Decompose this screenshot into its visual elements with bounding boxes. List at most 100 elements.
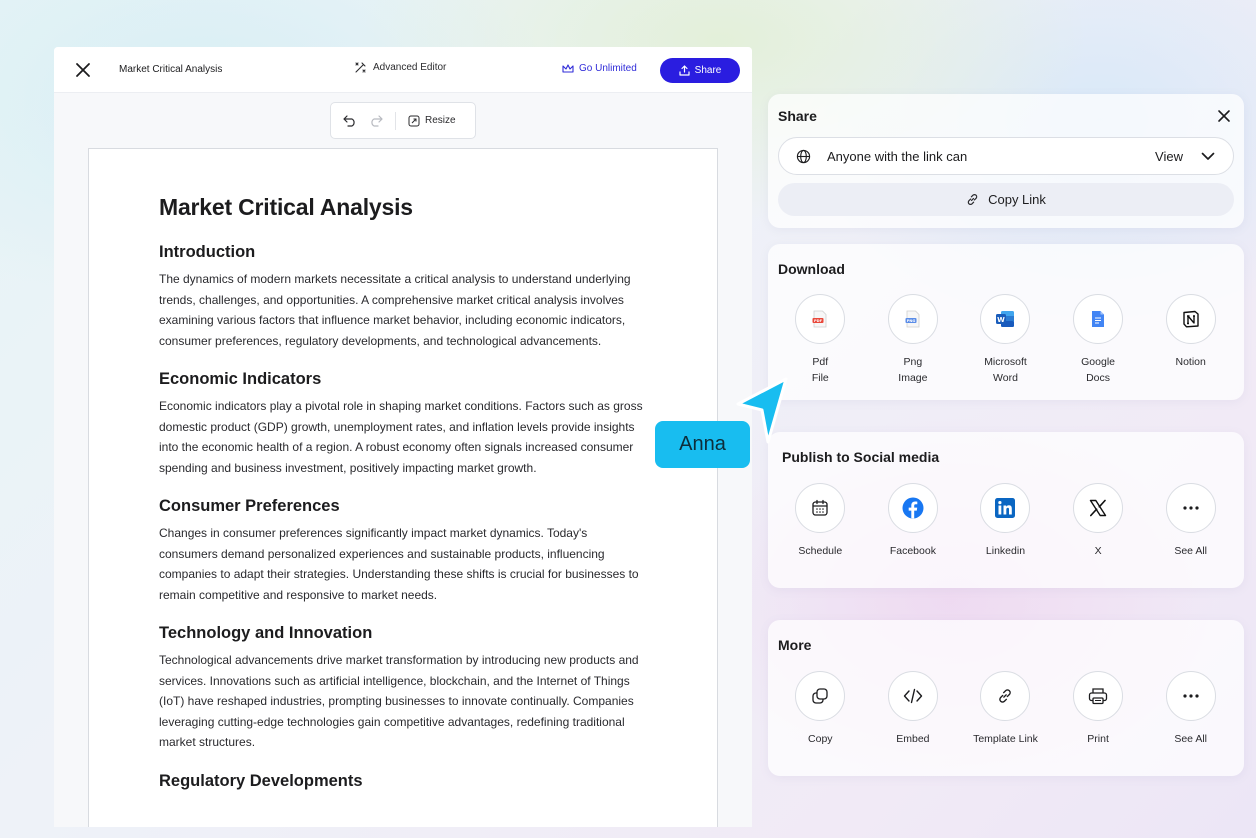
section-heading: Consumer Preferences	[159, 497, 340, 515]
option-label: Facebook	[889, 545, 936, 557]
copy-link-button[interactable]: Copy Link	[778, 183, 1234, 216]
document-title: Market Critical Analysis	[119, 64, 223, 75]
option-label: Schedule	[798, 545, 843, 557]
x-icon	[1089, 499, 1107, 517]
option-circle[interactable]: PNG	[887, 294, 938, 344]
more-see-all-option[interactable]: See All	[1144, 671, 1237, 747]
more-icon	[1183, 694, 1199, 698]
collaborator-name: Anna	[679, 433, 726, 455]
copy-link-label: Copy Link	[988, 192, 1046, 207]
resize-label: Resize	[425, 115, 456, 126]
collaborator-label: Anna	[655, 421, 750, 468]
copy-option[interactable]: Copy	[774, 671, 867, 747]
option-label: Linkedin	[985, 545, 1026, 557]
option-circle[interactable]: W	[980, 294, 1031, 344]
share-panel: Share Anyone with the link can View Copy…	[768, 94, 1244, 228]
globe-icon	[796, 149, 811, 163]
option-circle[interactable]	[887, 671, 938, 721]
close-icon[interactable]	[1216, 108, 1232, 124]
option-label: Embed	[896, 733, 930, 745]
advanced-editor-button[interactable]: Advanced Editor	[354, 61, 446, 74]
editor-topbar: Market Critical Analysis Advanced Editor…	[54, 47, 752, 93]
option-label: Copy	[808, 733, 833, 745]
option-label: Png Image	[898, 356, 928, 384]
option-label: See All	[1174, 545, 1208, 557]
option-circle[interactable]	[1073, 671, 1124, 721]
option-circle[interactable]	[1165, 483, 1216, 533]
download-google-docs-option[interactable]: Google Docs	[1052, 294, 1145, 386]
option-circle[interactable]	[1165, 671, 1216, 721]
word-icon: W	[996, 311, 1015, 327]
go-unlimited-button[interactable]: Go Unlimited	[562, 63, 637, 74]
option-label: Google Docs	[1081, 356, 1115, 384]
option-circle[interactable]: PDF	[795, 294, 846, 344]
download-pdf-option[interactable]: PDF Pdf File	[774, 294, 867, 386]
download-word-option[interactable]: W Microsoft Word	[959, 294, 1052, 386]
embed-option[interactable]: Embed	[867, 671, 960, 747]
document-heading: Market Critical Analysis	[159, 194, 413, 220]
section-paragraph: Technological advancements drive market …	[159, 653, 639, 749]
share-button[interactable]: Share	[660, 58, 740, 83]
option-circle[interactable]	[980, 671, 1031, 721]
option-circle[interactable]	[980, 483, 1031, 533]
facebook-option[interactable]: Facebook	[867, 483, 960, 559]
link-access-select[interactable]: Anyone with the link can View	[778, 137, 1234, 175]
social-options: Schedule Facebook Linkedin X See All	[768, 483, 1244, 559]
editor-toolbar: Resize	[330, 102, 476, 139]
redo-icon[interactable]	[369, 114, 383, 127]
svg-text:W: W	[998, 316, 1006, 324]
printer-icon	[1088, 688, 1108, 705]
section-heading: Economic Indicators	[159, 370, 322, 388]
document-page[interactable]: Market Critical Analysis Introduction Th…	[88, 148, 718, 827]
section-paragraph: Economic indicators play a pivotal role …	[159, 399, 643, 475]
go-unlimited-label: Go Unlimited	[579, 63, 637, 74]
download-panel: Download PDF Pdf File PNG Png Image W Mi…	[768, 244, 1244, 400]
template-link-option[interactable]: Template Link	[959, 671, 1052, 747]
download-title: Download	[778, 261, 845, 277]
linkedin-option[interactable]: Linkedin	[959, 483, 1052, 559]
download-options: PDF Pdf File PNG Png Image W Microsoft W…	[768, 294, 1244, 386]
crown-icon	[562, 63, 574, 73]
link-icon	[967, 194, 978, 205]
chevron-down-icon	[1201, 152, 1215, 160]
section-paragraph: The dynamics of modern markets necessita…	[159, 272, 631, 348]
option-circle[interactable]	[795, 671, 846, 721]
option-circle[interactable]	[795, 483, 846, 533]
schedule-option[interactable]: Schedule	[774, 483, 867, 559]
section-heading: Introduction	[159, 243, 256, 261]
link-icon	[999, 689, 1012, 703]
more-panel: More Copy Embed Template Link Print See …	[768, 620, 1244, 776]
social-panel: Publish to Social media Schedule Faceboo	[768, 432, 1244, 588]
option-label: Print	[1087, 733, 1109, 745]
undo-icon[interactable]	[343, 114, 357, 127]
permission-value: View	[1155, 148, 1183, 164]
resize-icon	[408, 115, 420, 126]
svg-text:PNG: PNG	[907, 319, 916, 323]
resize-button[interactable]: Resize	[408, 115, 456, 127]
toolbar-divider	[395, 111, 396, 130]
upload-icon	[679, 65, 690, 76]
x-option[interactable]: X	[1052, 483, 1145, 559]
print-option[interactable]: Print	[1052, 671, 1145, 747]
option-label: Notion	[1175, 356, 1206, 368]
download-notion-option[interactable]: Notion	[1144, 294, 1237, 386]
close-icon[interactable]	[74, 61, 92, 79]
option-circle[interactable]	[1073, 483, 1124, 533]
section-paragraph: Changes in consumer preferences signific…	[159, 526, 639, 602]
option-circle[interactable]	[1073, 294, 1124, 344]
link-access-text: Anyone with the link can	[827, 148, 968, 164]
option-label: Template Link	[973, 733, 1038, 745]
svg-text:PDF: PDF	[814, 319, 823, 323]
option-label: See All	[1174, 733, 1208, 745]
social-title: Publish to Social media	[782, 449, 940, 465]
social-see-all-option[interactable]: See All	[1144, 483, 1237, 559]
google-docs-icon	[1092, 311, 1105, 327]
more-icon	[1183, 506, 1199, 510]
magic-pen-icon	[355, 62, 366, 73]
section-heading: Technology and Innovation	[159, 624, 373, 642]
download-png-option[interactable]: PNG Png Image	[867, 294, 960, 386]
section-heading: Regulatory Developments	[159, 771, 363, 790]
linkedin-icon	[995, 498, 1016, 518]
option-circle[interactable]	[887, 483, 938, 533]
option-circle[interactable]	[1165, 294, 1216, 344]
